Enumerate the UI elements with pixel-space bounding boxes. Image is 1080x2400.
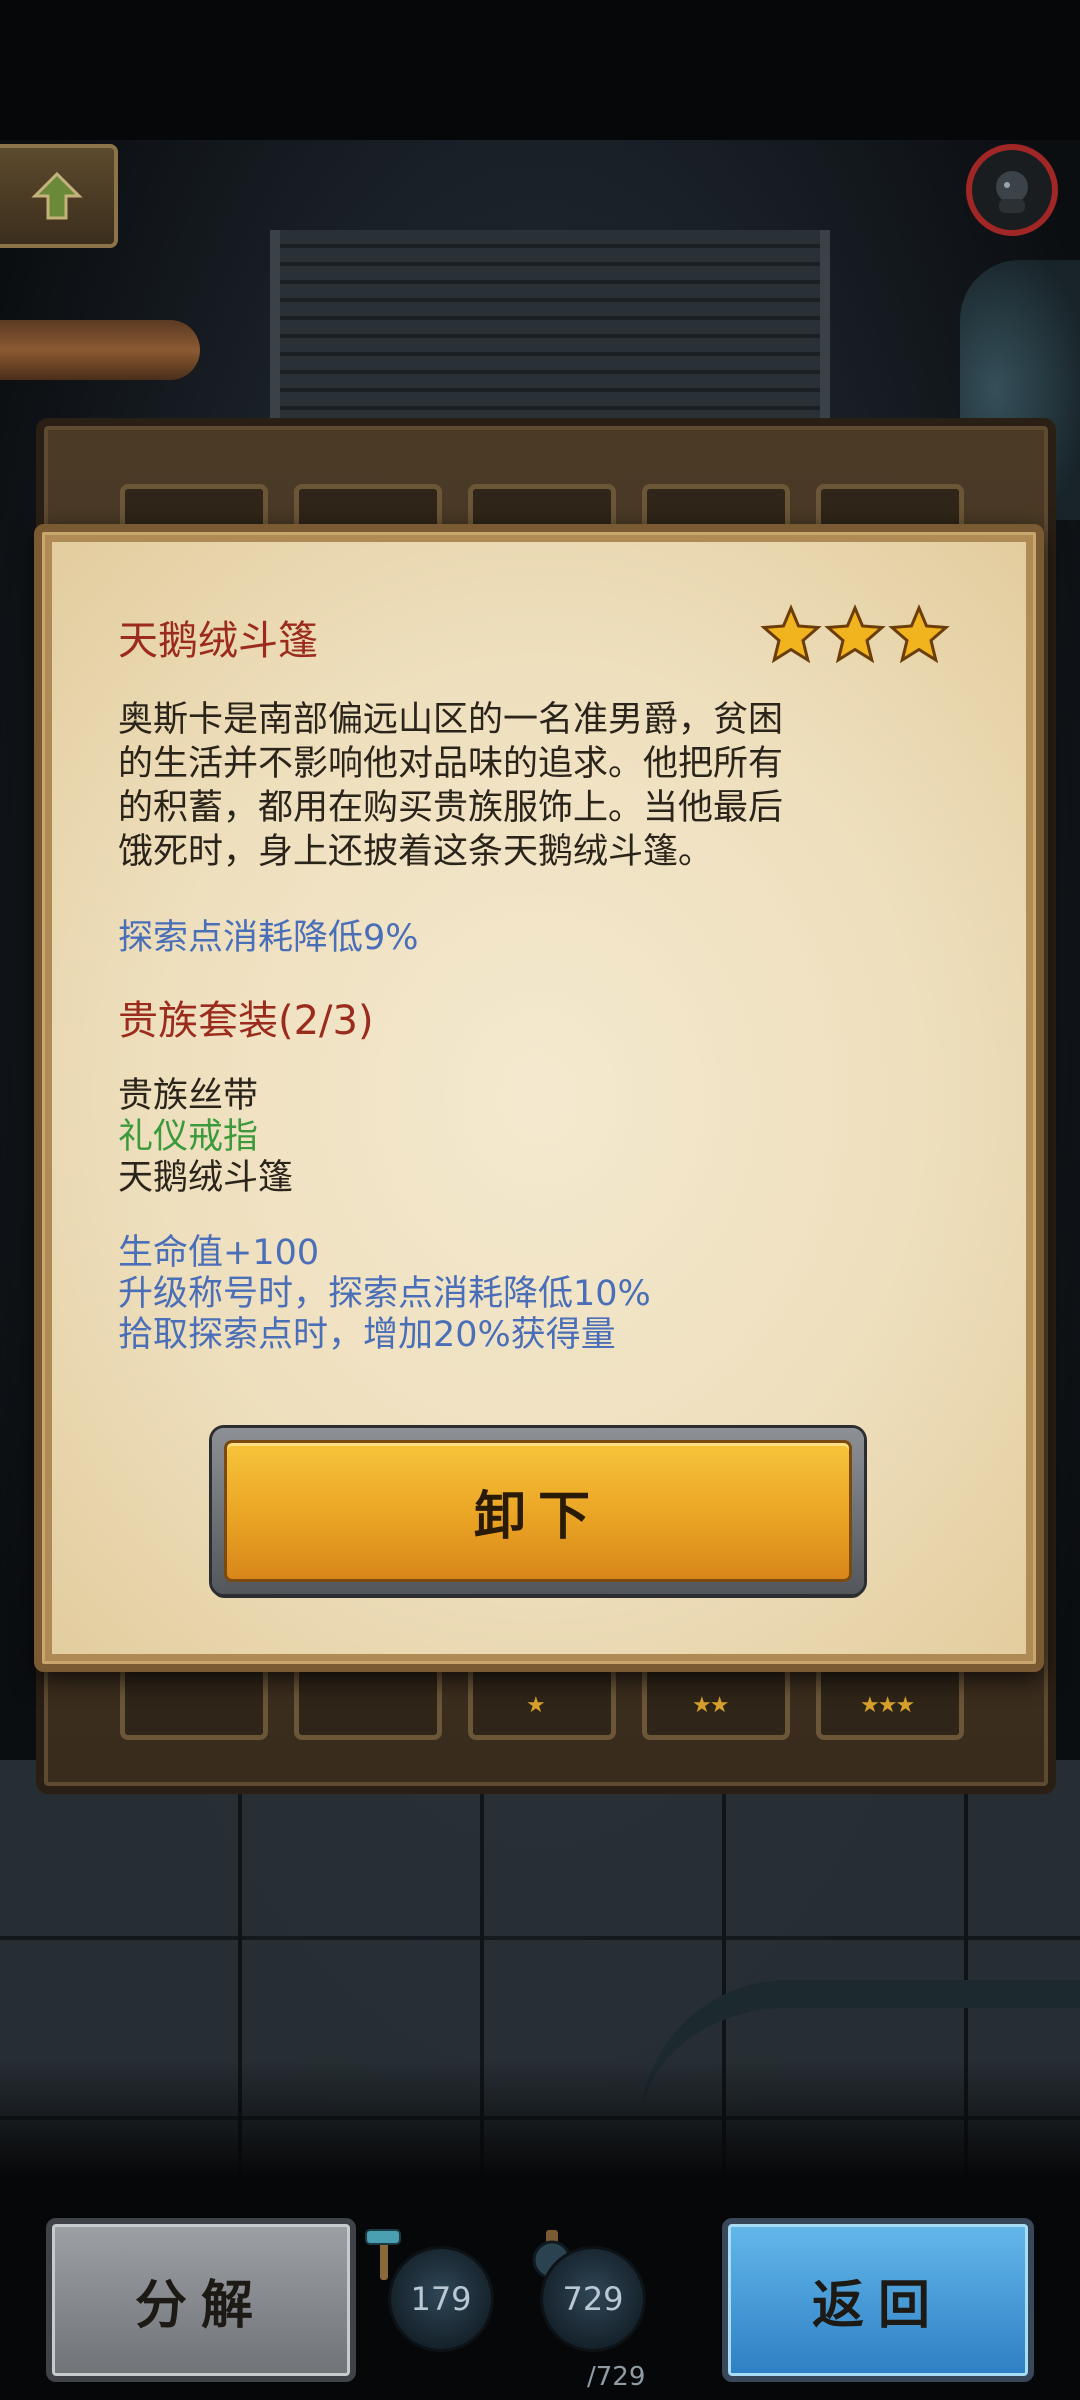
pipe [0,320,200,380]
item-star-rating [760,604,950,666]
explore-points-counter: 729 [540,2246,646,2352]
star-icon [888,604,950,664]
set-bonus: 升级称号时，探索点消耗降低10% [118,1274,651,1314]
item-description: 奥斯卡是南部偏远山区的一名准男爵，贫困 的生活并不影响他对品味的追求。他把所有 … [118,698,918,874]
set-item-list: 贵族丝带 礼仪戒指 天鹅绒斗篷 [118,1076,293,1199]
description-line: 的积蓄，都用在购买贵族服饰上。当他最后 [118,788,784,828]
decompose-button[interactable]: 分解 [46,2218,356,2382]
character-head-icon [996,171,1028,213]
unequip-button-face[interactable]: 卸下 [224,1440,852,1582]
upgrade-arrow-button[interactable] [0,144,118,248]
set-item: 贵族丝带 [118,1076,259,1116]
slot-star-rating: ★★★ [860,1693,915,1718]
item-effect: 探索点消耗降低9% [118,918,419,958]
settings-avatar-button[interactable] [966,144,1058,236]
star-icon [760,604,822,664]
material-value: 179 [410,2280,472,2318]
description-line: 的生活并不影响他对品味的追求。他把所有 [118,744,784,784]
item-name: 天鹅绒斗篷 [118,618,318,664]
explore-points-value: 729 [562,2280,624,2318]
explore-points-max: /729 [587,2362,646,2392]
return-button[interactable]: 返回 [722,2218,1034,2382]
description-line: 饿死时，身上还披着这条天鹅绒斗篷。 [118,832,714,872]
set-item: 天鹅绒斗篷 [118,1158,294,1198]
equipment-slot[interactable] [294,1666,442,1740]
equipment-slot[interactable] [120,1666,268,1740]
material-counter: 179 [388,2246,494,2352]
set-bonus: 拾取探索点时，增加20%获得量 [118,1315,616,1355]
unequip-button[interactable]: 卸下 [212,1428,864,1594]
star-icon [824,604,886,664]
return-button-label: 返回 [811,2275,944,2336]
description-line: 奥斯卡是南部偏远山区的一名准男爵，贫困 [118,700,784,740]
slot-star-rating: ★ [526,1693,546,1718]
set-title: 贵族套装(2/3) [118,998,374,1044]
set-bonus: 生命值+100 [118,1233,320,1273]
unequip-button-label: 卸下 [473,1486,602,1547]
set-item-owned: 礼仪戒指 [118,1117,259,1157]
up-arrow-icon [31,171,83,220]
decompose-button-label: 分解 [134,2275,267,2336]
set-bonus-list: 生命值+100 升级称号时，探索点消耗降低10% 拾取探索点时，增加20%获得量 [118,1233,651,1356]
slot-star-rating: ★★ [692,1693,729,1718]
